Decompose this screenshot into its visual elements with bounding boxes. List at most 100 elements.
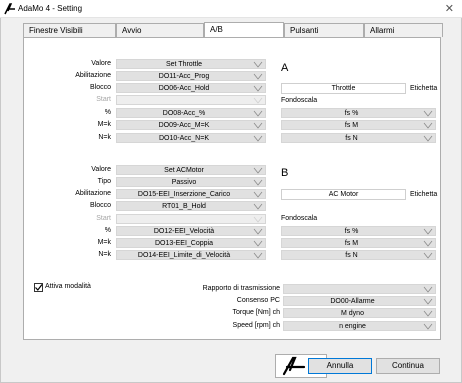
abilitazione-a-select[interactable]: DO11-Acc_Prog (116, 71, 266, 81)
etichetta-a-label: Etichetta (410, 85, 438, 92)
blocco-a-select[interactable]: DO06-Acc_Hold (116, 83, 266, 93)
adamo-logo-icon (4, 3, 15, 15)
nk-a-select[interactable]: DO10-Acc_N=K (116, 133, 266, 143)
chevron-down-icon (253, 61, 263, 68)
fs-percent-a-value: fs % (344, 110, 359, 117)
chevron-down-icon (253, 216, 263, 223)
label-nk-b: N=k (98, 251, 111, 258)
torque-ch-select[interactable]: M dyno (283, 308, 436, 318)
chevron-down-icon (423, 122, 433, 129)
fs-percent-a-select[interactable]: fs % (281, 108, 436, 118)
mk-b-value: DO13-EEI_Coppia (155, 240, 213, 247)
label-rapporto-trasmissione: Rapporto di trasmissione (202, 285, 280, 292)
tipo-b-select[interactable]: Passivo (116, 177, 266, 187)
fs-percent-b-select[interactable]: fs % (281, 226, 436, 236)
fondoscala-b-label: Fondoscala (281, 215, 318, 222)
chevron-down-icon (423, 110, 433, 117)
fs-m-b-select[interactable]: fs M (281, 238, 436, 248)
mk-a-select[interactable]: DO09-Acc_M=K (116, 120, 266, 130)
label-percent-b: % (104, 227, 111, 234)
abilitazione-b-select[interactable]: DO15-EEI_Inserzione_Carico (116, 189, 266, 199)
fs-percent-b-value: fs % (344, 228, 359, 235)
label-abilitazione-a: Abilitazione (75, 72, 111, 79)
chevron-down-icon (423, 240, 433, 247)
button-bar: Annulla Continua (23, 348, 441, 378)
rapporto-trasmissione-select[interactable] (283, 284, 436, 294)
chevron-down-icon (253, 97, 263, 104)
chevron-down-icon (253, 122, 263, 129)
chevron-down-icon (253, 73, 263, 80)
chevron-down-icon (423, 310, 433, 317)
start-a-select (116, 95, 266, 105)
tab-a-b[interactable]: A/B (204, 22, 284, 38)
cancel-button[interactable]: Annulla (308, 358, 372, 374)
tab-panel-a-b: Valore Abilitazione Blocco Start % M=k N… (23, 37, 441, 340)
fs-m-a-value: fs M (344, 122, 359, 129)
tab-strip: Finestre Visibili Avvio A/B Pulsanti All… (23, 22, 443, 38)
valore-a-select[interactable]: Set Throttle (116, 59, 266, 69)
mk-b-select[interactable]: DO13-EEI_Coppia (116, 238, 266, 248)
label-blocco-b: Blocco (89, 202, 111, 209)
chevron-down-icon (253, 85, 263, 92)
tab-finestre-visibili[interactable]: Finestre Visibili (23, 23, 116, 37)
etichetta-a-input[interactable]: Throttle (281, 83, 406, 94)
fs-n-a-value: fs N (345, 135, 358, 142)
label-speed-ch: Speed [rpm] ch (232, 322, 280, 329)
fondoscala-a-label: Fondoscala (281, 97, 318, 104)
chevron-down-icon (423, 323, 433, 330)
label-mk-a: M=k (97, 121, 111, 128)
label-nk-a: N=k (98, 134, 111, 141)
abilitazione-a-value: DO11-Acc_Prog (158, 73, 210, 80)
chevron-down-icon (253, 203, 263, 210)
close-icon[interactable]: ✕ (445, 2, 454, 15)
chevron-down-icon (253, 110, 263, 117)
chevron-down-icon (253, 167, 263, 174)
chevron-down-icon (423, 286, 433, 293)
chevron-down-icon (253, 228, 263, 235)
label-start-b: Start (96, 215, 111, 222)
section-b-letter: B (281, 167, 289, 179)
etichetta-b-label: Etichetta (410, 191, 438, 198)
fs-n-b-select[interactable]: fs N (281, 250, 436, 260)
blocco-a-value: DO06-Acc_Hold (158, 85, 210, 92)
fs-n-a-select[interactable]: fs N (281, 133, 436, 143)
chevron-down-icon (253, 240, 263, 247)
percent-b-value: DO12-EEI_Velocità (153, 228, 215, 235)
consenso-pc-value: DO00-Allarme (330, 298, 375, 305)
chevron-down-icon (253, 252, 263, 259)
window-title: AdaMo 4 - Setting (18, 4, 83, 13)
chevron-down-icon (423, 228, 433, 235)
chevron-down-icon (423, 252, 433, 259)
label-abilitazione-b: Abilitazione (75, 190, 111, 197)
chevron-down-icon (253, 135, 263, 142)
fs-m-a-select[interactable]: fs M (281, 120, 436, 130)
section-a-letter: A (281, 62, 289, 74)
fs-n-b-value: fs N (345, 252, 358, 259)
label-consenso-pc: Consenso PC (236, 297, 280, 304)
nk-b-select[interactable]: DO14-EEI_Limite_di_Velocità (116, 250, 266, 260)
label-percent-a: % (104, 109, 111, 116)
tipo-b-value: Passivo (171, 179, 197, 186)
etichetta-b-input[interactable]: AC Motor (281, 189, 406, 200)
percent-b-select[interactable]: DO12-EEI_Velocità (116, 226, 266, 236)
chevron-down-icon (253, 191, 263, 198)
mk-a-value: DO09-Acc_M=K (158, 122, 210, 129)
consenso-pc-select[interactable]: DO00-Allarme (283, 296, 436, 306)
tab-pulsanti[interactable]: Pulsanti (284, 23, 364, 37)
valore-b-select[interactable]: Set ACMotor (116, 165, 266, 175)
percent-a-select[interactable]: DO08-Acc_% (116, 108, 266, 118)
blocco-b-select[interactable]: RT01_B_Hold (116, 201, 266, 211)
attiva-modalita-checkbox[interactable] (34, 283, 43, 292)
label-mk-b: M=k (97, 239, 111, 246)
title-bar: AdaMo 4 - Setting ✕ (0, 0, 462, 18)
blocco-b-value: RT01_B_Hold (162, 203, 206, 210)
continue-button[interactable]: Continua (376, 358, 440, 374)
nk-a-value: DO10-Acc_N=K (159, 135, 209, 142)
label-valore-b: Valore (91, 166, 111, 173)
tab-avvio[interactable]: Avvio (116, 23, 204, 37)
nk-b-value: DO14-EEI_Limite_di_Velocità (137, 252, 231, 259)
valore-b-value: Set ACMotor (164, 167, 204, 174)
checkmark-icon (35, 284, 43, 291)
speed-ch-select[interactable]: n engine (283, 321, 436, 331)
tab-allarmi[interactable]: Allarmi (364, 23, 443, 37)
